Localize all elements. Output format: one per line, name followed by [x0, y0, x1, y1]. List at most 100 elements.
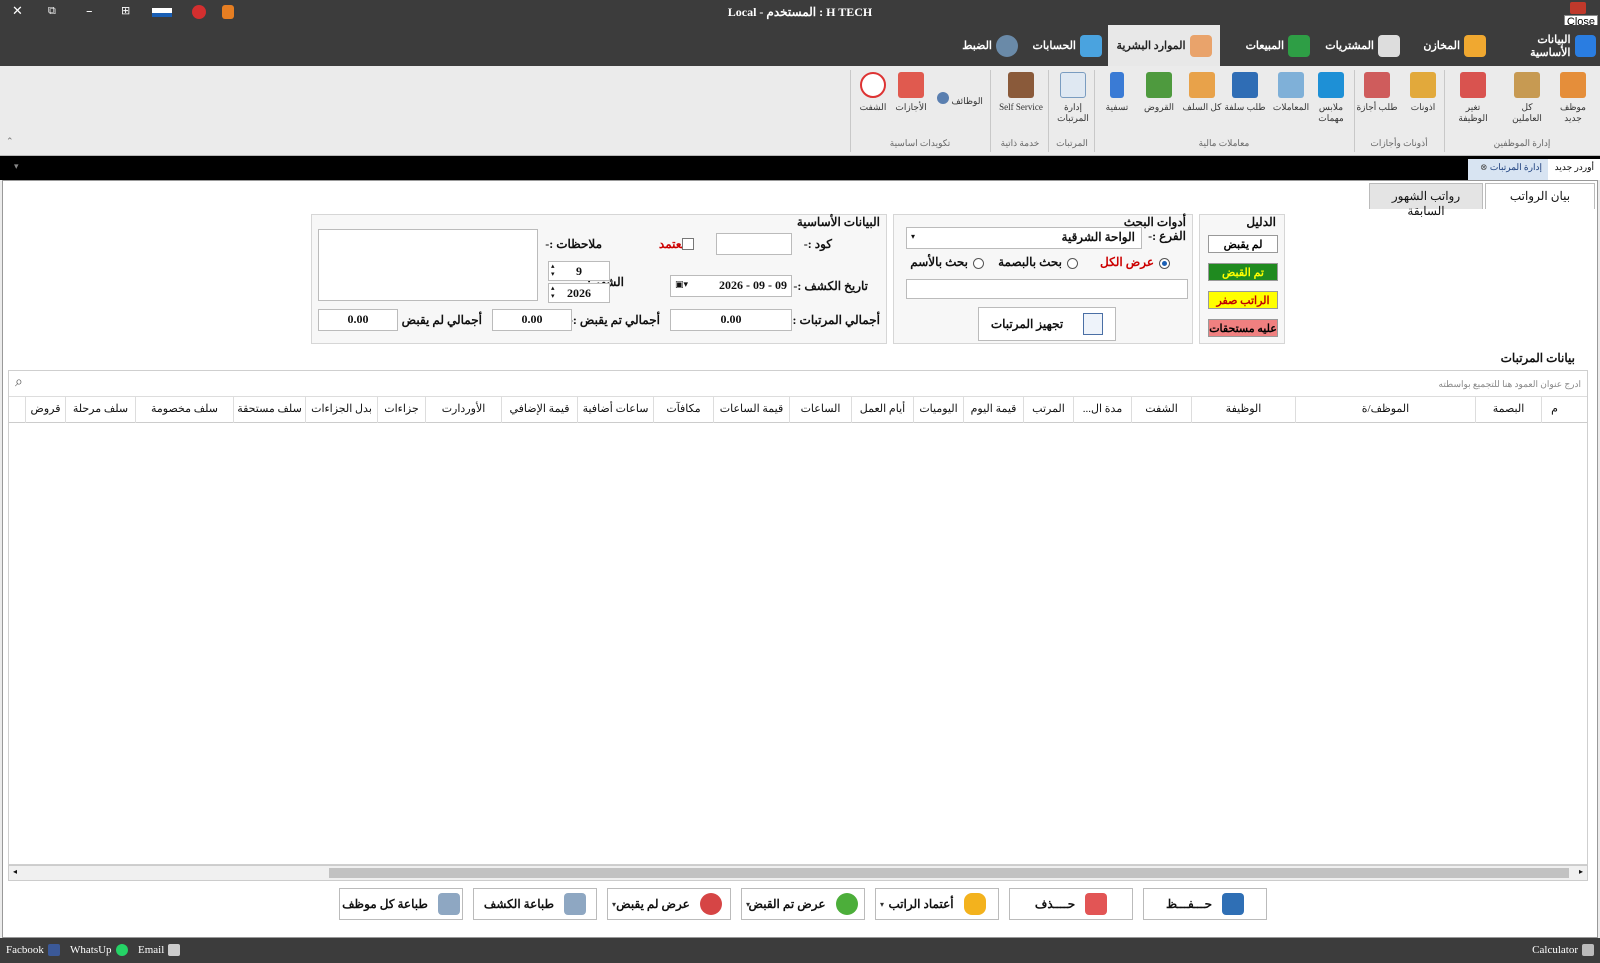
scrollbar-thumb[interactable]: [329, 868, 1569, 878]
ribbon-add-employee[interactable]: موظف جديد: [1552, 70, 1594, 124]
column-header[interactable]: الموظف/ة: [1295, 397, 1475, 423]
ribbon-leave-request[interactable]: طلب أجازة: [1356, 70, 1398, 113]
column-header[interactable]: ساعات أضافية: [577, 397, 653, 423]
save-button[interactable]: حـــفـــظ: [1143, 888, 1267, 920]
notes-textarea[interactable]: [318, 229, 538, 301]
column-header[interactable]: قيمة الساعات: [713, 397, 789, 423]
ribbon-label: اذونات: [1410, 102, 1436, 112]
column-header[interactable]: الوظيفة: [1191, 397, 1295, 423]
column-header[interactable]: م: [1541, 397, 1567, 423]
approve-salary-button[interactable]: ▾ أعتماد الراتب: [875, 888, 999, 920]
basic-data-box: البيانات الأساسية كود :- معتمد ملاحظات :…: [311, 214, 887, 344]
tab-purchases[interactable]: المشتريات: [1318, 25, 1400, 66]
tab-accounts[interactable]: الحسابات: [1032, 25, 1102, 66]
tab-previous-months[interactable]: رواتب الشهور السابقة: [1369, 183, 1483, 218]
chevron-down-icon[interactable]: ▾: [612, 899, 616, 909]
ribbon-uniform[interactable]: ملابس مهمات: [1310, 70, 1352, 124]
doctab-payroll[interactable]: إدارة المرتبات ⊗: [1468, 159, 1548, 180]
ribbon-loans[interactable]: القروض: [1138, 70, 1180, 113]
ribbon-holidays[interactable]: الأجازات: [890, 70, 932, 113]
tab-sales[interactable]: المبيعات: [1232, 25, 1310, 66]
tab-basic-data[interactable]: البيانات الأساسية: [1496, 25, 1596, 66]
horizontal-scrollbar[interactable]: ◂ ▸: [8, 865, 1588, 881]
column-header[interactable]: أيام العمل: [851, 397, 913, 423]
add-employee-icon: [1560, 72, 1586, 98]
spinner-arrows-icon[interactable]: ▴ ▾: [551, 284, 555, 300]
legend-paid: تم القبض: [1208, 263, 1278, 281]
grid-title: بيانات المرتبات: [1500, 351, 1575, 365]
power-icon[interactable]: [1570, 2, 1586, 14]
chevron-down-icon: ▾: [911, 232, 916, 241]
ribbon-payroll-management[interactable]: إدارة المرتبات: [1052, 70, 1094, 124]
scroll-right-icon[interactable]: ▸: [1579, 867, 1583, 876]
chevron-down-icon[interactable]: ▾: [746, 899, 750, 909]
calculator-link[interactable]: Calculator: [1532, 944, 1594, 956]
column-header[interactable]: قروض: [25, 397, 65, 423]
column-header[interactable]: بدل الجزاءات: [305, 397, 377, 423]
column-header[interactable]: مكافآت: [653, 397, 713, 423]
column-header[interactable]: الأوردارت: [425, 397, 501, 423]
prepare-payroll-button[interactable]: تجهيز المرتبات: [978, 307, 1116, 341]
radio-search-fingerprint[interactable]: [1067, 258, 1078, 269]
sheet-date-picker[interactable]: 09 - 09 - 2026 ▾▣: [670, 275, 792, 297]
ribbon-change-job[interactable]: تغير الوظيفة: [1452, 70, 1494, 124]
column-header[interactable]: قيمة اليوم: [963, 397, 1023, 423]
branch-select[interactable]: الواحة الشرقية ▾: [906, 227, 1142, 249]
payroll-panel: بيان الرواتب رواتب الشهور السابقة الدليل…: [2, 180, 1598, 938]
calendar-dropdown-icon[interactable]: ▾▣: [675, 279, 688, 290]
print-each-employee-button[interactable]: طباعة كل موظف: [339, 888, 463, 920]
doctab-close-icon[interactable]: ⊗: [1480, 162, 1488, 172]
year-spinner[interactable]: 2026 ▴ ▾: [548, 283, 610, 303]
search-icon[interactable]: ⌕: [15, 375, 23, 391]
show-paid-button[interactable]: ▾ عرض تم القبض: [741, 888, 865, 920]
group-by-bar[interactable]: ادرج عنوان العمود هنا للتجميع بواسطته ⌕: [9, 371, 1587, 397]
column-header[interactable]: اليوميات: [913, 397, 963, 423]
column-header[interactable]: المرتب: [1023, 397, 1073, 423]
doctab-new-order[interactable]: أوردر جديد: [1548, 159, 1600, 180]
tab-warehouses[interactable]: المخازن: [1406, 25, 1486, 66]
column-header[interactable]: قيمة الإضافي: [501, 397, 577, 423]
month-spinner[interactable]: 9 ▴ ▾: [548, 261, 610, 281]
strip-arrow-icon[interactable]: ▾: [14, 161, 19, 172]
code-input[interactable]: [716, 233, 792, 255]
approved-checkbox[interactable]: [682, 238, 694, 250]
tab-salary-statement[interactable]: بيان الرواتب: [1485, 183, 1595, 209]
all-advances-icon: [1189, 72, 1215, 98]
email-link[interactable]: Email: [138, 944, 181, 956]
tab-human-resources[interactable]: الموارد البشرية: [1108, 25, 1220, 66]
ribbon-permissions[interactable]: اذونات: [1402, 70, 1444, 113]
column-header[interactable]: الساعات: [789, 397, 851, 423]
ribbon-group-permissions: أذونات وأجازات: [1370, 138, 1428, 148]
ribbon-label: ملابس مهمات: [1318, 102, 1344, 123]
radio-search-name[interactable]: [973, 258, 984, 269]
tab-settings[interactable]: الضبط: [950, 25, 1018, 66]
chevron-down-icon[interactable]: ▾: [880, 899, 884, 909]
print-sheet-button[interactable]: طباعة الكشف: [473, 888, 597, 920]
column-header[interactable]: سلف مخصومة: [135, 397, 233, 423]
delete-button[interactable]: حــــذف: [1009, 888, 1133, 920]
whatsapp-link[interactable]: WhatsUp: [70, 944, 128, 956]
column-header[interactable]: مدة ال...: [1073, 397, 1131, 423]
ribbon-collapse-icon[interactable]: ⌃: [6, 136, 14, 147]
column-header[interactable]: البصمة: [1475, 397, 1541, 423]
column-header[interactable]: سلف مستحقة: [233, 397, 305, 423]
ribbon-all-advances[interactable]: كل السلف: [1181, 70, 1223, 113]
facebook-link[interactable]: Facbook: [6, 944, 60, 956]
column-header[interactable]: الشفت: [1131, 397, 1191, 423]
ribbon-transactions[interactable]: المعاملات: [1270, 70, 1312, 113]
ribbon-jobs[interactable]: الوظائف: [934, 92, 986, 107]
ribbon-self-service[interactable]: Self Service: [994, 70, 1048, 113]
search-text-input[interactable]: [906, 279, 1188, 299]
spinner-arrows-icon[interactable]: ▴ ▾: [551, 262, 555, 278]
scroll-left-icon[interactable]: ◂: [13, 867, 17, 876]
ribbon-settlement[interactable]: تسفية: [1096, 70, 1138, 113]
payroll-grid[interactable]: ادرج عنوان العمود هنا للتجميع بواسطته ⌕ م…: [8, 370, 1588, 865]
column-header[interactable]: جزاءات: [377, 397, 425, 423]
column-header[interactable]: سلف مرحلة: [65, 397, 135, 423]
ribbon-advance-request[interactable]: طلب سلفة: [1224, 70, 1266, 113]
show-unpaid-button[interactable]: ▾ عرض لم يقبض: [607, 888, 731, 920]
ribbon-all-employees[interactable]: كل العاملين: [1506, 70, 1548, 124]
ribbon-shift[interactable]: الشفت: [852, 70, 894, 113]
radio-show-all[interactable]: [1159, 258, 1170, 269]
search-tools-box: أدوات البحث الفرع :- الواحة الشرقية ▾ عرض…: [893, 214, 1193, 344]
